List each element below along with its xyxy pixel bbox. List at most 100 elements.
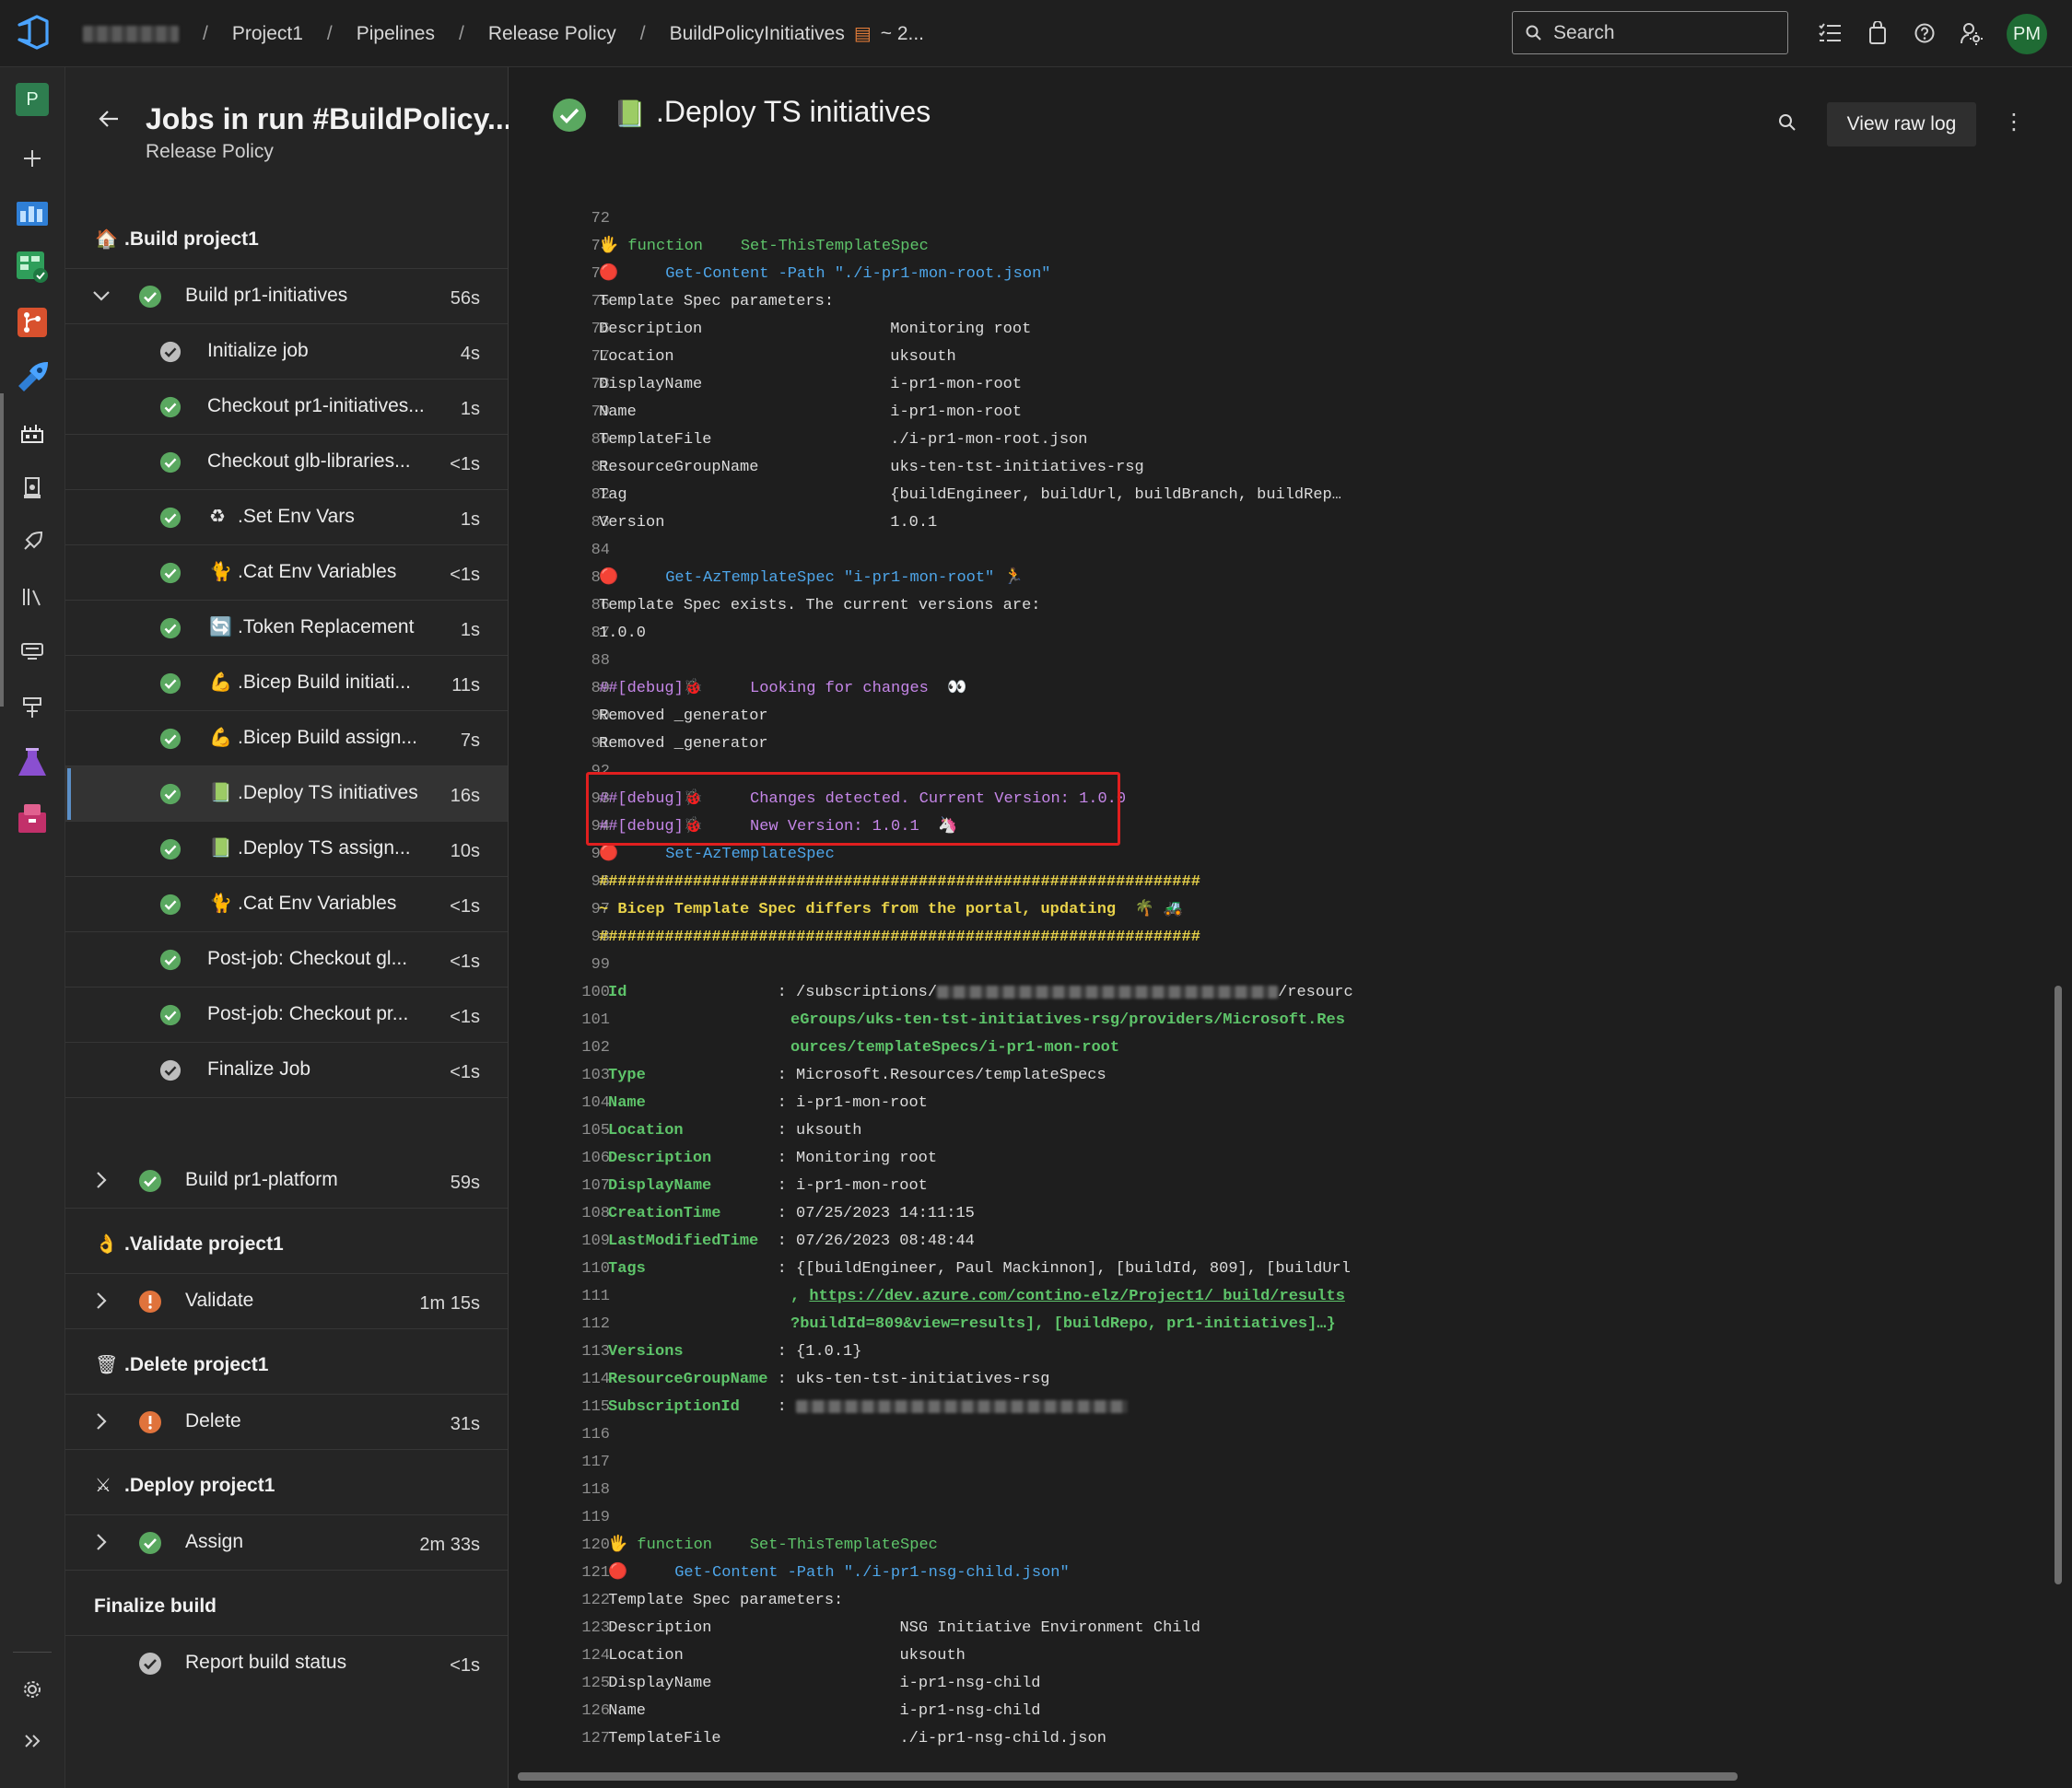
releases-icon[interactable]	[13, 522, 52, 561]
azure-devops-logo-icon[interactable]	[17, 15, 50, 50]
step-emoji-icon: 📗	[209, 838, 232, 859]
pipelines-icon[interactable]	[13, 358, 52, 397]
job-build-platform[interactable]: Build pr1-platform 59s	[65, 1153, 508, 1209]
log-line: 86 Template Spec exists. The current vers…	[509, 592, 2066, 620]
log-line: 73 🖐 function Set-ThisTemplateSpec	[509, 233, 2066, 261]
organization-name-redacted[interactable]	[83, 25, 179, 42]
view-raw-log-button[interactable]: View raw log	[1827, 102, 1976, 146]
property-key: ResourceGroupName	[608, 1371, 778, 1388]
top-bar: / Project1 / Pipelines / Release Policy …	[0, 0, 2072, 67]
help-icon[interactable]	[1912, 20, 1937, 46]
step-row[interactable]: Initialize job 4s	[65, 324, 508, 380]
chevron-right-icon[interactable]	[91, 1291, 111, 1315]
chevron-right-icon[interactable]	[91, 1170, 111, 1195]
property-value: : i-pr1-mon-root	[777, 1177, 928, 1195]
step-row[interactable]: 🔄 .Token Replacement 1s	[65, 601, 508, 656]
step-row[interactable]: Post-job: Checkout gl... <1s	[65, 932, 508, 987]
log-text: 🔴 Get-Content -Path "./i-pr1-mon-root.js…	[599, 261, 1050, 288]
log-header: 📗 .Deploy TS initiatives View raw log ⋮	[509, 67, 2072, 178]
property-key: LastModifiedTime	[608, 1233, 778, 1250]
more-options-icon[interactable]: ⋮	[2003, 111, 2025, 134]
marketplace-bag-icon[interactable]	[1865, 20, 1891, 46]
artifacts-icon[interactable]	[13, 799, 52, 837]
log-text: Template Spec parameters:	[599, 293, 835, 310]
log-line: 96 ######################################…	[509, 869, 2066, 896]
line-number: 103	[581, 1067, 610, 1084]
step-row[interactable]: Checkout pr1-initiatives... 1s	[65, 380, 508, 435]
user-settings-icon[interactable]	[1959, 20, 1984, 46]
repos-icon[interactable]	[13, 303, 52, 342]
chevron-right-icon[interactable]	[91, 1532, 111, 1557]
line-number: 125	[581, 1675, 610, 1692]
chevron-down-icon[interactable]	[91, 286, 111, 310]
log-text: ########################################…	[599, 869, 1200, 896]
job-assign[interactable]: Assign 2m 33s	[65, 1515, 508, 1571]
wave-hand-icon: 🖐	[599, 238, 619, 255]
emoji-icon: 🦄	[938, 818, 958, 836]
log-line: 82 Tag {buildEngineer, buildUrl, buildBra…	[509, 482, 2066, 509]
step-row[interactable]: 🐈 .Cat Env Variables <1s	[65, 877, 508, 932]
log-line: 127 TemplateFile ./i-pr1-nsg-child.json	[509, 1725, 2066, 1753]
work-items-list-icon[interactable]	[1817, 20, 1843, 46]
breadcrumb-folder[interactable]: Release Policy	[488, 23, 616, 45]
step-row[interactable]: ♻ .Set Env Vars 1s	[65, 490, 508, 545]
pipelines-runs-icon[interactable]	[13, 414, 52, 452]
task-groups-icon[interactable]	[13, 633, 52, 672]
log-line: 87 1.0.0	[509, 620, 2066, 648]
add-icon[interactable]	[13, 139, 52, 178]
vertical-scrollbar[interactable]	[2054, 986, 2062, 1584]
step-row[interactable]: 📗 .Deploy TS initiatives 16s	[65, 766, 508, 822]
boards-icon[interactable]	[13, 248, 52, 286]
log-line: 97 ~ Bicep Template Spec differs from the…	[509, 896, 2066, 924]
line-number: 121	[581, 1564, 610, 1582]
log-lines: 72 73 🖐 function Set-ThisTemplateSpec 74 🔴 G…	[509, 205, 2066, 1753]
line-number: 112	[581, 1315, 610, 1333]
line-number: 89	[591, 680, 610, 697]
job-validate[interactable]: Validate 1m 15s	[65, 1274, 508, 1329]
line-number: 93	[591, 790, 610, 808]
red-circle-icon: 🔴	[599, 846, 619, 863]
back-arrow-icon[interactable]	[99, 110, 119, 133]
line-number: 110	[581, 1260, 610, 1278]
test-plans-icon[interactable]	[13, 743, 52, 782]
breadcrumb-pipelines[interactable]: Pipelines	[357, 23, 435, 45]
log-line: 95 🔴 Set-AzTemplateSpec	[509, 841, 2066, 869]
step-row[interactable]: Finalize Job <1s	[65, 1043, 508, 1098]
job-report-build-status[interactable]: Report build status <1s	[65, 1636, 508, 1691]
step-duration: 10s	[450, 841, 480, 861]
log-text: ##[debug]🐞 New Version: 1.0.1 🦄	[599, 813, 957, 841]
log-text: Version 1.0.1	[599, 514, 938, 532]
job-build-initiatives[interactable]: Build pr1-initiatives 56s	[65, 269, 508, 324]
step-row[interactable]: 💪 .Bicep Build assign... 7s	[65, 711, 508, 766]
project-settings-gear-icon[interactable]	[13, 1670, 52, 1709]
line-number: 79	[591, 403, 610, 421]
project-icon[interactable]: P	[13, 80, 52, 119]
overview-icon[interactable]	[13, 193, 52, 231]
deployment-groups-icon[interactable]	[13, 688, 52, 727]
horizontal-scrollbar[interactable]	[518, 1772, 1738, 1781]
search-box[interactable]	[1512, 11, 1788, 54]
environments-icon[interactable]	[13, 469, 52, 508]
step-row[interactable]: Post-job: Checkout pr... <1s	[65, 987, 508, 1043]
chevron-right-icon[interactable]	[91, 1411, 111, 1436]
search-icon[interactable]	[1778, 113, 1797, 136]
line-number: 94	[591, 818, 610, 836]
build-results-link[interactable]: https://dev.azure.com/contino-elz/Projec…	[809, 1288, 1345, 1305]
avatar[interactable]: PM	[2007, 14, 2047, 54]
step-row[interactable]: 🐈 .Cat Env Variables <1s	[65, 545, 508, 601]
step-row[interactable]: Checkout glb-libraries... <1s	[65, 435, 508, 490]
expand-rail-icon[interactable]	[13, 1722, 52, 1760]
step-row[interactable]: 💪 .Bicep Build initiati... 11s	[65, 656, 508, 711]
library-icon[interactable]	[13, 578, 52, 616]
log-line: 99	[509, 952, 2066, 979]
job-delete[interactable]: Delete 31s	[65, 1395, 508, 1450]
breadcrumb-pipeline[interactable]: BuildPolicyInitiatives	[670, 23, 845, 45]
step-label: Checkout glb-libraries...	[207, 450, 411, 472]
breadcrumb-run[interactable]: ~ 2...	[881, 23, 924, 45]
log-text: eGroups/uks-ten-tst-initiatives-rsg/prov…	[790, 1007, 1345, 1034]
log-line: 81 ResourceGroupName uks-ten-tst-initiati…	[509, 454, 2066, 482]
search-input[interactable]	[1551, 20, 1767, 45]
breadcrumb-project[interactable]: Project1	[232, 23, 303, 45]
step-row[interactable]: 📗 .Deploy TS assign... 10s	[65, 822, 508, 877]
log-line: 101 eGroups/uks-ten-tst-initiatives-rsg/p…	[509, 1007, 2066, 1034]
